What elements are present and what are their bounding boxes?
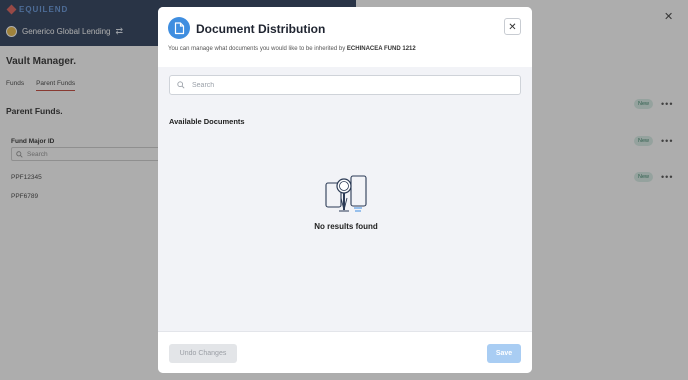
search-icon xyxy=(177,81,185,89)
modal-subtitle: You can manage what documents you would … xyxy=(168,46,416,52)
undo-changes-button[interactable]: Undo Changes xyxy=(169,344,237,363)
empty-state: No results found xyxy=(298,173,394,231)
close-button[interactable]: ✕ xyxy=(504,18,521,35)
empty-search-illustration xyxy=(325,175,367,212)
document-search-input[interactable] xyxy=(190,80,514,90)
modal-footer: Undo Changes Save xyxy=(158,331,532,373)
save-button[interactable]: Save xyxy=(487,344,521,363)
empty-message: No results found xyxy=(314,222,378,231)
available-documents-label: Available Documents xyxy=(169,117,245,126)
fund-name: ECHINACEA FUND 1212 xyxy=(346,46,416,52)
document-distribution-modal: Document Distribution ✕ You can manage w… xyxy=(158,7,532,373)
modal-header: Document Distribution ✕ You can manage w… xyxy=(158,7,532,67)
modal-subtitle-text: You can manage what documents you would … xyxy=(168,46,346,52)
close-icon: ✕ xyxy=(508,22,517,33)
document-search-field[interactable] xyxy=(169,75,521,95)
document-icon xyxy=(168,17,190,39)
modal-title: Document Distribution xyxy=(196,22,326,36)
